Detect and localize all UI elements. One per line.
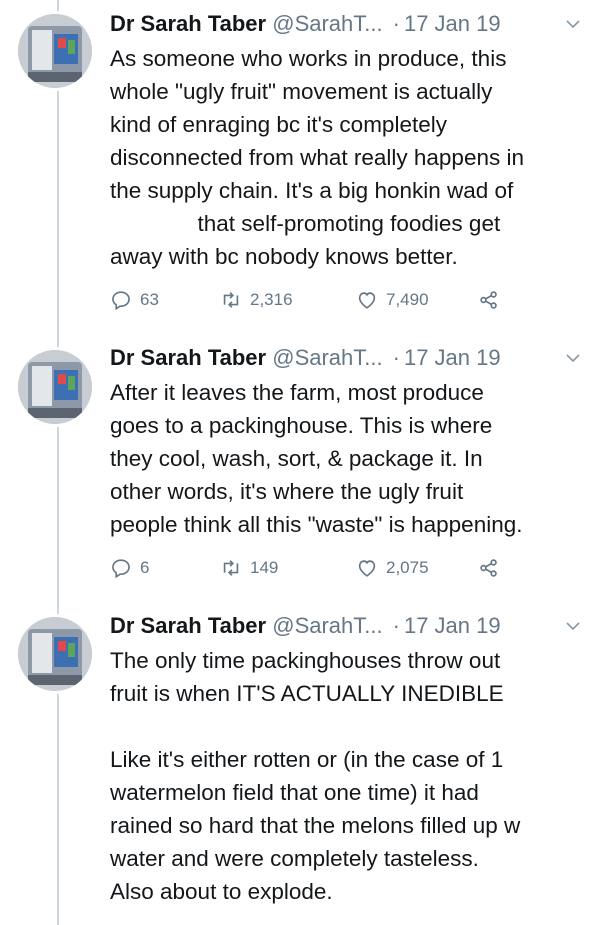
reply-count: 63 (140, 290, 159, 309)
like-button[interactable]: 2,075 (356, 557, 429, 579)
avatar[interactable] (18, 350, 92, 424)
share-button[interactable] (478, 289, 500, 311)
tweet-header: Dr Sarah Taber @SarahT... · 17 Jan 19 (110, 344, 581, 372)
separator-dot: · (392, 613, 400, 638)
author-name[interactable]: Dr Sarah Taber (110, 613, 266, 638)
author-handle[interactable]: @SarahT... (272, 613, 382, 638)
tweet-date[interactable]: 17 Jan 19 (404, 613, 501, 638)
reply-button[interactable]: 6 (110, 557, 149, 579)
separator-dot: · (392, 11, 400, 36)
share-icon (480, 291, 497, 309)
heart-icon (358, 292, 376, 309)
like-button[interactable]: 7,490 (356, 289, 429, 311)
author-handle[interactable]: @SarahT... (272, 11, 382, 36)
share-icon (480, 559, 497, 577)
reply-icon (112, 291, 130, 311)
retweet-button[interactable]: 149 (220, 557, 278, 579)
retweet-count: 2,316 (250, 290, 293, 309)
avatar[interactable] (18, 14, 92, 88)
tweet-text: After it leaves the farm, most produce g… (110, 380, 523, 537)
tweet-text: As someone who works in produce, this wh… (110, 46, 524, 269)
avatar[interactable] (18, 617, 92, 691)
reply-button[interactable]: 63 (110, 289, 159, 311)
author-name[interactable]: Dr Sarah Taber (110, 345, 266, 370)
author-name[interactable]: Dr Sarah Taber (110, 11, 266, 36)
reply-count: 6 (140, 558, 150, 577)
heart-icon (358, 560, 376, 577)
retweet-icon (223, 292, 239, 308)
retweet-count: 149 (250, 558, 279, 577)
retweet-button[interactable]: 2,316 (220, 289, 293, 311)
reply-icon (112, 559, 130, 579)
tweet-date[interactable]: 17 Jan 19 (404, 345, 501, 370)
like-count: 7,490 (386, 290, 429, 309)
retweet-icon (223, 560, 239, 576)
thread-line (57, 0, 59, 925)
tweet-date[interactable]: 17 Jan 19 (404, 11, 501, 36)
like-count: 2,075 (386, 558, 429, 577)
chevron-down-icon[interactable] (565, 350, 581, 366)
tweet-header: Dr Sarah Taber @SarahT... · 17 Jan 19 (110, 612, 581, 640)
author-handle[interactable]: @SarahT... (272, 345, 382, 370)
separator-dot: · (392, 345, 400, 370)
chevron-down-icon[interactable] (565, 618, 581, 634)
share-button[interactable] (478, 557, 500, 579)
tweet-header: Dr Sarah Taber @SarahT... · 17 Jan 19 (110, 10, 581, 38)
tweet-text: The only time packinghouses throw out fr… (110, 648, 521, 904)
chevron-down-icon[interactable] (565, 16, 581, 32)
